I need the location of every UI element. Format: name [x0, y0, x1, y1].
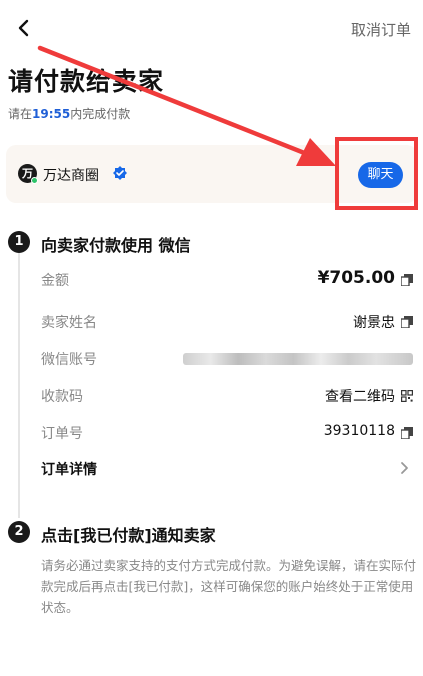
qr-code-label: 收款码	[41, 389, 83, 405]
order-number-value: 39310118	[323, 423, 395, 439]
verified-badge-icon	[113, 166, 127, 180]
online-dot	[31, 177, 38, 184]
deadline-prefix: 请在	[8, 107, 33, 121]
order-number-row: 订单号 39310118	[41, 421, 413, 445]
copy-icon[interactable]	[401, 316, 413, 328]
step-connector-line	[18, 253, 20, 518]
seller-logo: 万	[18, 164, 38, 184]
step1-title: 向卖家付款使用 微信	[41, 236, 191, 255]
blurred-account-value	[183, 353, 413, 365]
step2-title: 点击[我已付款]通知卖家	[41, 526, 216, 545]
copy-icon[interactable]	[401, 274, 413, 286]
chevron-left-icon[interactable]	[10, 14, 38, 42]
view-qr-code-link[interactable]: 查看二维码	[325, 386, 395, 406]
step2-number: 2	[8, 521, 30, 543]
seller-name-row: 卖家姓名 谢景忠	[41, 310, 413, 334]
wechat-account-label: 微信账号	[41, 352, 97, 368]
amount-row: 金额 ¥705.00	[41, 268, 413, 292]
order-details-label: 订单详情	[41, 462, 97, 478]
seller-name-value: 谢景忠	[353, 315, 395, 331]
highlight-box	[335, 137, 418, 210]
step1-number: 1	[8, 231, 30, 253]
copy-icon[interactable]	[401, 427, 413, 439]
cancel-order-button[interactable]: 取消订单	[351, 19, 411, 40]
order-number-label: 订单号	[41, 426, 83, 442]
seller-name[interactable]: 万达商圈	[43, 165, 99, 185]
step2-description: 请务必通过卖家支持的支付方式完成付款。为避免误解，请在实际付款完成后再点击[我已…	[41, 558, 417, 615]
chevron-right-icon	[401, 462, 408, 474]
amount-value: ¥705.00	[317, 268, 395, 288]
amount-label: 金额	[41, 273, 69, 289]
wechat-account-row: 微信账号	[41, 347, 413, 371]
order-details-row[interactable]: 订单详情	[41, 457, 413, 481]
payment-deadline: 请在19:55内完成付款	[8, 105, 130, 122]
qr-code-icon[interactable]	[401, 390, 413, 402]
qr-code-row: 收款码 查看二维码	[41, 384, 413, 408]
deadline-suffix: 内完成付款	[70, 107, 131, 121]
deadline-time: 19:55	[32, 107, 71, 121]
top-bar: 取消订单	[0, 0, 423, 56]
seller-name-label: 卖家姓名	[41, 315, 97, 331]
page-title: 请付款给卖家	[8, 67, 165, 96]
